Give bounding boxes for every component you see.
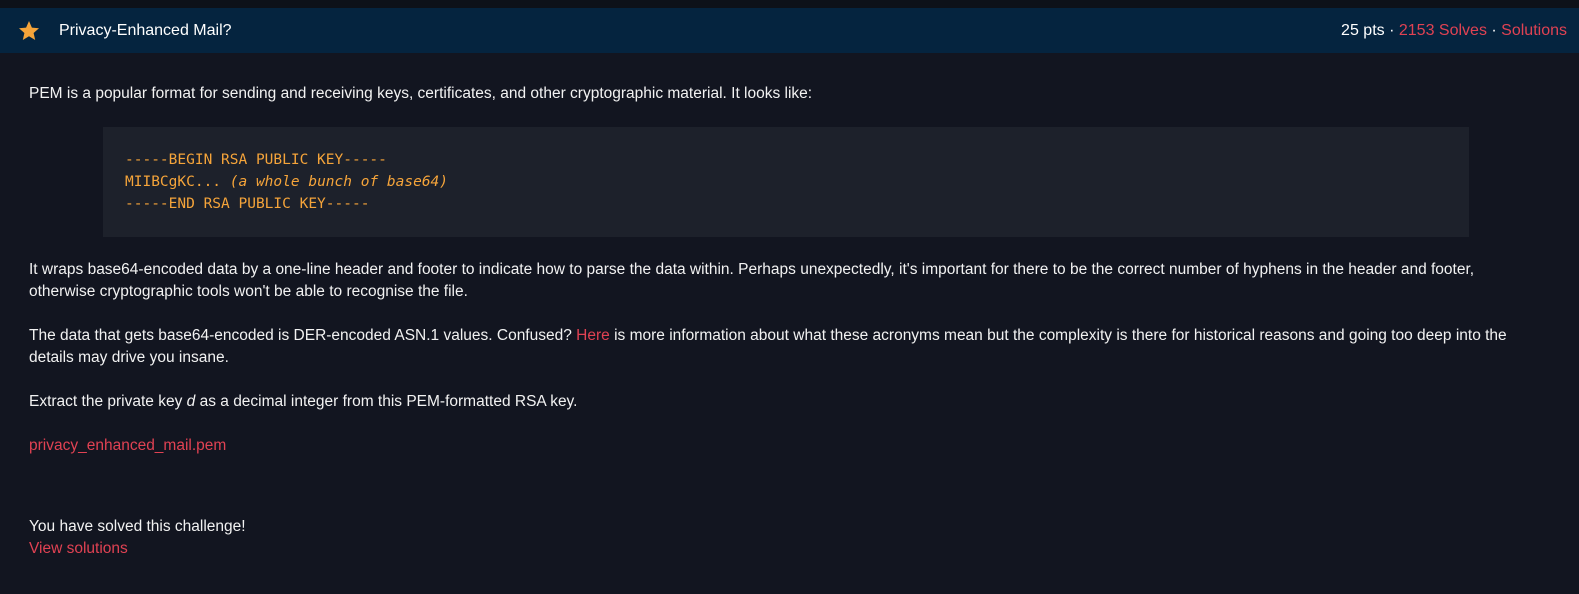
separator: · bbox=[1491, 22, 1497, 39]
solutions-link[interactable]: Solutions bbox=[1501, 22, 1567, 39]
view-solutions-paragraph: View solutions bbox=[29, 538, 128, 560]
challenge-header[interactable]: Privacy-Enhanced Mail? 25 pts · 2153 Sol… bbox=[0, 8, 1579, 53]
intro-paragraph: PEM is a popular format for sending and … bbox=[29, 85, 813, 102]
extract-paragraph: Extract the private key d as a decimal i… bbox=[29, 391, 577, 413]
view-solutions-link[interactable]: View solutions bbox=[29, 540, 128, 557]
solved-message: You have solved this challenge! bbox=[29, 518, 246, 535]
top-strip bbox=[0, 0, 1579, 8]
file-paragraph: privacy_enhanced_mail.pem bbox=[29, 435, 226, 457]
code-comment: (a whole bunch of base64) bbox=[229, 174, 449, 190]
code-base64-prefix: MIIBCgKC... bbox=[125, 174, 230, 190]
challenge-meta: 25 pts · 2153 Solves · Solutions bbox=[1341, 21, 1567, 41]
here-link[interactable]: Here bbox=[576, 327, 610, 344]
code-block: -----BEGIN RSA PUBLIC KEY----- MIIBCgKC.… bbox=[103, 127, 1469, 237]
code-line-end: -----END RSA PUBLIC KEY----- bbox=[125, 196, 370, 212]
points-label: 25 pts bbox=[1341, 22, 1385, 39]
star-icon[interactable] bbox=[17, 19, 41, 43]
variable-d: d bbox=[186, 393, 196, 410]
extract-text-after: as a decimal integer from this PEM-forma… bbox=[195, 393, 578, 410]
separator: · bbox=[1389, 22, 1395, 39]
code-line-body: MIIBCgKC... (a whole bunch of base64) bbox=[125, 171, 1469, 193]
extract-text-before: Extract the private key bbox=[29, 393, 187, 410]
solves-link[interactable]: 2153 Solves bbox=[1399, 22, 1487, 39]
wrap-paragraph: It wraps base64-encoded data by a one-li… bbox=[29, 261, 1475, 300]
code-line-begin: -----BEGIN RSA PUBLIC KEY----- bbox=[125, 152, 387, 168]
der-paragraph: The data that gets base64-encoded is DER… bbox=[29, 325, 1549, 369]
challenge-title: Privacy-Enhanced Mail? bbox=[59, 22, 232, 39]
der-text-before: The data that gets base64-encoded is DER… bbox=[29, 327, 577, 344]
pem-file-link[interactable]: privacy_enhanced_mail.pem bbox=[29, 437, 226, 454]
